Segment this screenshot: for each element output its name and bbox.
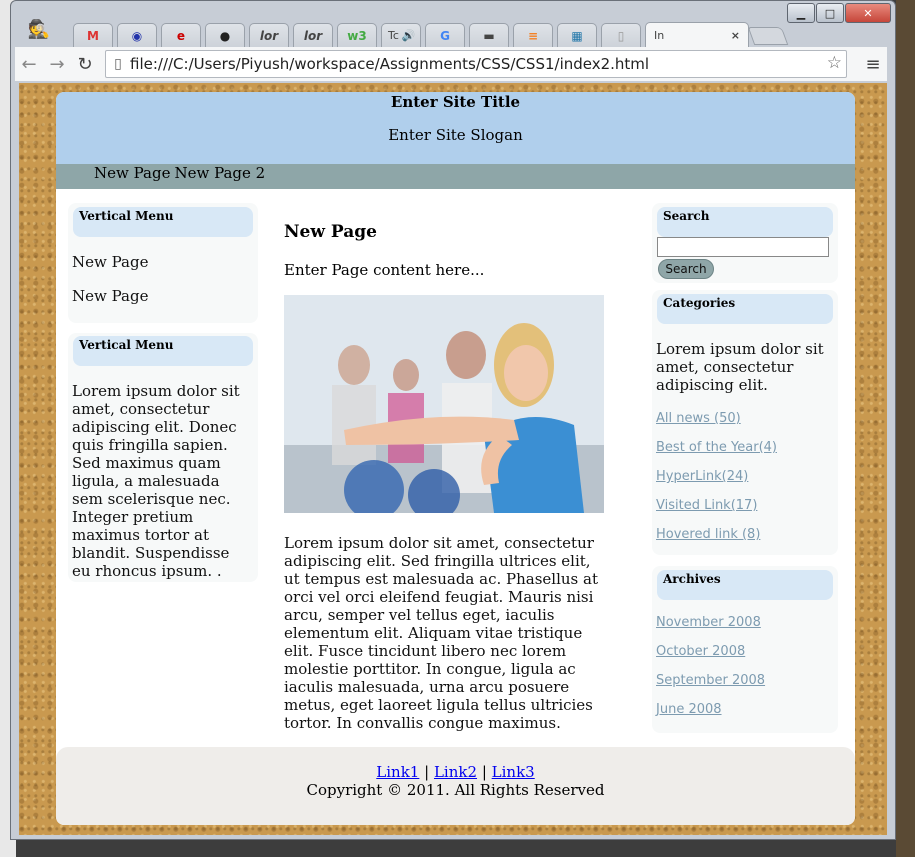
tab-stackoverflow[interactable]: ≡ (513, 23, 553, 47)
gmail-icon: M (87, 28, 99, 43)
menu-icon[interactable]: ≡ (859, 54, 887, 75)
tab-site-2[interactable]: ◉ (117, 23, 157, 47)
layout-icon: ▦ (571, 28, 583, 43)
lor-logo-icon: lor (303, 28, 323, 43)
w3schools-icon: w3 (347, 28, 367, 43)
forward-arrow-icon[interactable]: → (43, 54, 71, 75)
archives-box: Archives November 2008 October 2008 Sept… (652, 566, 838, 733)
box-heading: Search (657, 207, 833, 237)
tab-site-3[interactable]: e (161, 23, 201, 47)
menu-item[interactable]: New Page (72, 253, 148, 271)
top-navigation: New Page New Page 2 (56, 164, 855, 189)
footer-separator: | (424, 763, 430, 781)
category-link[interactable]: Best of the Year(4) (656, 440, 777, 455)
page-icon: ▯ (114, 56, 122, 72)
box-heading: Categories (657, 294, 833, 324)
footer-link[interactable]: Link1 (376, 763, 419, 781)
categories-text: Lorem ipsum dolor sit amet, consectetur … (656, 340, 824, 394)
footer-links: Link1 | Link2 | Link3 (56, 747, 855, 781)
fitness-photo (284, 295, 604, 513)
github-icon: ● (219, 28, 231, 43)
footer-separator: | (481, 763, 487, 781)
circle-logo-icon: ◉ (131, 28, 143, 43)
archive-link[interactable]: October 2008 (656, 644, 745, 659)
content-intro: Enter Page content here... (284, 261, 485, 279)
site-title: Enter Site Title (390, 93, 521, 111)
nav-link[interactable]: New Page 2 (174, 164, 265, 182)
speaker-icon: 🔊 (401, 29, 416, 42)
tab-page[interactable]: ▯ (601, 23, 641, 47)
content-title: New Page (284, 222, 377, 242)
content-body: Lorem ipsum dolor sit amet, consectetur … (284, 534, 598, 732)
tab-label: Tc (388, 29, 399, 42)
url-text[interactable]: file:///C:/Users/Piyush/workspace/Assign… (130, 55, 649, 73)
tab-google[interactable]: G (425, 23, 465, 47)
browser-toolbar: ← → ↻ ▯ file:///C:/Users/Piyush/workspac… (15, 47, 887, 81)
category-link[interactable]: All news (50) (656, 411, 741, 426)
search-button[interactable]: Search (658, 259, 714, 279)
left-text-box: Vertical Menu Lorem ipsum dolor sit amet… (68, 333, 258, 582)
desktop-background-right (896, 0, 915, 857)
page-viewport: Enter Site Title Enter Site Slogan New P… (19, 83, 887, 835)
box-heading: Vertical Menu (73, 207, 253, 237)
tab-strip: 🕵 M ◉ e ● lor lor w3 Tc 🔊 G ▬ ≡ ▦ ▯ In × (11, 17, 895, 48)
tab-site-5[interactable]: lor (249, 23, 289, 47)
left-menu-box: Vertical Menu New Page New Page (68, 203, 258, 323)
category-link[interactable]: HyperLink(24) (656, 469, 748, 484)
tab-label: In (654, 29, 665, 42)
nav-link[interactable]: New Page (94, 164, 170, 182)
tab-github[interactable]: ● (205, 23, 245, 47)
box-heading: Archives (657, 570, 833, 600)
reload-icon[interactable]: ↻ (71, 54, 99, 75)
category-link[interactable]: Visited Link(17) (656, 498, 757, 513)
footer-link[interactable]: Link2 (434, 763, 477, 781)
close-tab-icon[interactable]: × (731, 29, 740, 42)
incognito-icon: 🕵 (27, 19, 51, 40)
new-tab-button[interactable] (747, 27, 789, 45)
menu-item[interactable]: New Page (72, 287, 148, 305)
back-arrow-icon[interactable]: ← (15, 54, 43, 75)
tab-audio[interactable]: Tc 🔊 (381, 23, 421, 47)
lor-logo-icon: lor (259, 28, 279, 43)
footer-link[interactable]: Link3 (492, 763, 535, 781)
site-slogan: Enter Site Slogan (388, 126, 523, 144)
tab-gmail[interactable]: M (73, 23, 113, 47)
tab-active[interactable]: In × (645, 22, 749, 48)
archive-link[interactable]: November 2008 (656, 615, 761, 630)
site-footer: Link1 | Link2 | Link3 Copyright © 2011. … (56, 747, 855, 825)
address-bar[interactable]: ▯ file:///C:/Users/Piyush/workspace/Assi… (105, 50, 847, 78)
fitness-photo-illustration (284, 295, 604, 513)
tab-w3schools[interactable]: w3 (337, 23, 377, 47)
stackoverflow-icon: ≡ (527, 28, 539, 43)
archive-link[interactable]: September 2008 (656, 673, 765, 688)
tab-layout[interactable]: ▦ (557, 23, 597, 47)
box-heading: Vertical Menu (73, 336, 253, 366)
tab-site-6[interactable]: lor (293, 23, 333, 47)
page-icon: ▯ (617, 28, 625, 43)
copyright-text: Copyright © 2011. All Rights Reserved (306, 781, 605, 799)
sidebar-paragraph: Lorem ipsum dolor sit amet, consectetur … (72, 382, 240, 580)
google-icon: G (440, 28, 450, 43)
categories-box: Categories Lorem ipsum dolor sit amet, c… (652, 290, 838, 555)
search-input[interactable] (657, 237, 829, 257)
archive-link[interactable]: June 2008 (656, 702, 722, 717)
site-header: Enter Site Title Enter Site Slogan (56, 92, 855, 164)
tab-terminal[interactable]: ▬ (469, 23, 509, 47)
bookmark-star-icon[interactable]: ☆ (827, 53, 842, 73)
site-container: Enter Site Title Enter Site Slogan New P… (56, 92, 855, 825)
e-logo-icon: e (176, 28, 186, 43)
browser-window: ▁ □ ✕ 🕵 M ◉ e ● lor lor w3 Tc 🔊 G ▬ ≡ ▦ ▯… (10, 0, 896, 840)
terminal-icon: ▬ (483, 28, 495, 43)
category-link[interactable]: Hovered link (8) (656, 527, 760, 542)
